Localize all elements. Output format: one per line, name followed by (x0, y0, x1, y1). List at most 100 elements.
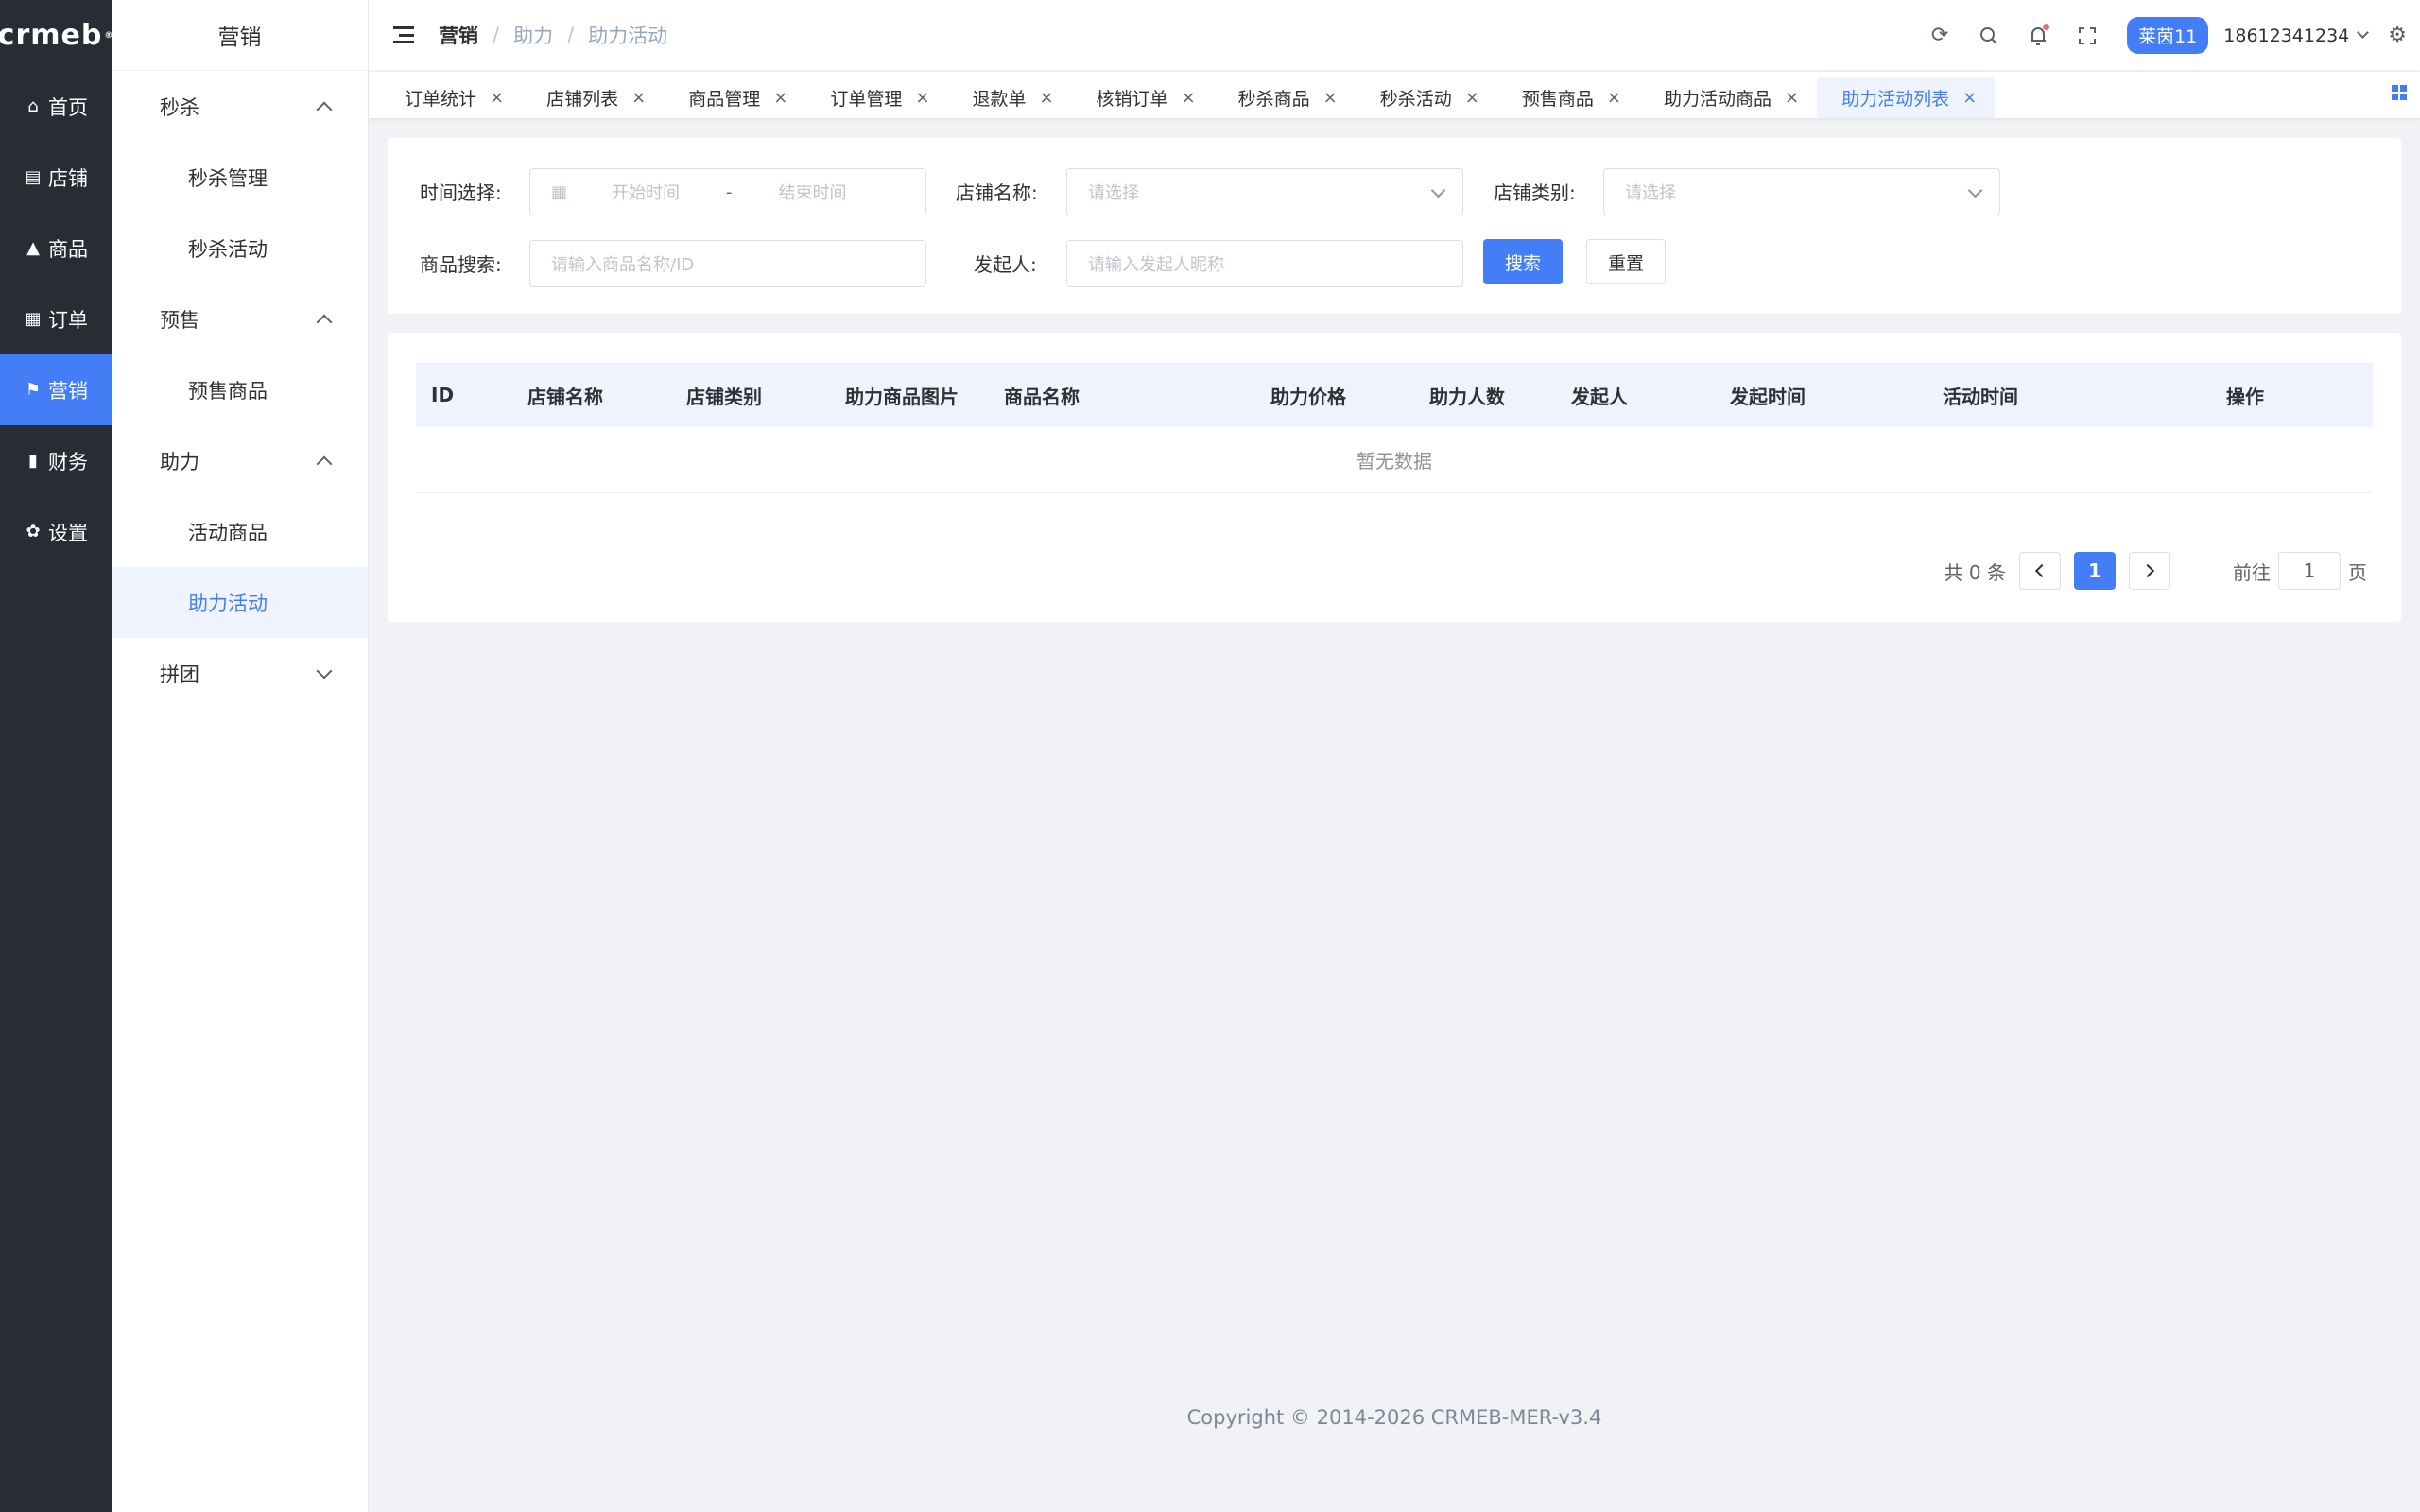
rail-item-store[interactable]: ▤ 店铺 (0, 142, 112, 213)
column-header: 商品名称 (1004, 385, 1080, 408)
refresh-icon[interactable]: ⟳ (1915, 24, 1964, 47)
breadcrumb-item[interactable]: 助力 (513, 21, 553, 49)
tab-store-list[interactable]: 店铺列表 × (522, 77, 664, 118)
sub-item-presale-product[interactable]: 预售商品 (112, 354, 368, 425)
close-icon[interactable]: × (1785, 88, 1799, 108)
tab-order-stats[interactable]: 订单统计 × (380, 77, 522, 118)
rail-item-finance[interactable]: ▮ 财务 (0, 425, 112, 496)
breadcrumb-item: 助力活动 (588, 25, 668, 47)
tab-refund[interactable]: 退款单 × (947, 77, 1071, 118)
sub-group-groupbuy[interactable]: 拼团 (112, 638, 368, 709)
store-type-select[interactable]: 请选择 (1603, 168, 2000, 215)
close-icon[interactable]: × (1465, 88, 1479, 108)
tab-label: 助力活动列表 (1841, 88, 1950, 110)
rail-item-label: 营销 (48, 379, 88, 403)
sub-item-assist-product[interactable]: 活动商品 (112, 496, 368, 567)
close-icon[interactable]: × (631, 88, 646, 108)
sub-item-seckill-manage[interactable]: 秒杀管理 (112, 142, 368, 213)
sub-group-label: 助力 (160, 450, 199, 473)
tab-product-manage[interactable]: 商品管理 × (664, 77, 805, 118)
initiator-label: 发起人: (974, 253, 1037, 276)
sub-item-assist-activity[interactable]: 助力活动 (112, 567, 368, 638)
next-page-button[interactable] (2129, 552, 2170, 590)
chevron-up-icon (316, 314, 333, 330)
column-header: ID (431, 384, 455, 406)
store-type-placeholder: 请选择 (1625, 183, 1676, 203)
sub-group-label: 秒杀 (160, 95, 199, 119)
fullscreen-icon[interactable] (2063, 26, 2112, 45)
tab-label: 订单统计 (405, 88, 477, 110)
tab-presale-product[interactable]: 预售商品 × (1497, 77, 1639, 118)
tab-label: 助力活动商品 (1663, 88, 1772, 110)
tab-seckill-product[interactable]: 秒杀商品 × (1214, 77, 1356, 118)
bell-icon[interactable] (2014, 23, 2063, 46)
tab-label: 秒杀商品 (1237, 88, 1310, 110)
reset-button[interactable]: 重置 (1586, 239, 1666, 284)
sub-group-presale[interactable]: 预售 (112, 284, 368, 354)
goto-label: 前往 (2233, 560, 2271, 584)
filter-panel: 时间选择: ▦ 开始时间 - 结束时间 店铺名称: 请选择 店铺类别: 请选择 … (388, 138, 2401, 314)
close-icon[interactable]: × (1607, 88, 1621, 108)
column-header: 发起人 (1571, 385, 1628, 408)
close-icon[interactable]: × (490, 88, 504, 108)
store-name-label: 店铺名称: (956, 181, 1038, 204)
search-icon[interactable] (1964, 26, 2014, 45)
chevron-down-icon (1967, 182, 1983, 198)
rail-item-marketing[interactable]: ⚑ 营销 (0, 354, 112, 425)
product-search-input[interactable]: 请输入商品名称/ID (529, 240, 926, 287)
tab-assist-activity-list[interactable]: 助力活动列表 × (1817, 77, 1996, 118)
sub-group-seckill[interactable]: 秒杀 (112, 71, 368, 142)
close-icon[interactable]: × (1323, 88, 1338, 108)
start-time-input[interactable]: 开始时间 (584, 180, 707, 204)
calendar-icon: ▦ (551, 181, 568, 202)
tab-label: 秒杀活动 (1379, 88, 1452, 110)
store-name-placeholder: 请选择 (1088, 183, 1139, 203)
collapse-menu-icon[interactable] (393, 26, 414, 43)
close-icon[interactable]: × (1182, 88, 1196, 108)
bar-chart-icon: ▮ (28, 451, 38, 471)
tab-order-manage[interactable]: 订单管理 × (805, 77, 947, 118)
column-header: 操作 (2226, 385, 2264, 408)
chevron-down-icon (2357, 26, 2370, 39)
rail-item-order[interactable]: ▦ 订单 (0, 284, 112, 354)
close-icon[interactable]: × (773, 88, 787, 108)
tabs-menu-icon[interactable] (2392, 85, 2407, 100)
page-suffix: 页 (2348, 560, 2367, 584)
tab-seckill-activity[interactable]: 秒杀活动 × (1356, 77, 1497, 118)
tab-label: 退款单 (972, 88, 1027, 110)
close-icon[interactable]: × (915, 88, 929, 108)
user-phone: 18612341234 (2223, 25, 2350, 46)
store-name-select[interactable]: 请选择 (1066, 168, 1463, 215)
product-search-placeholder: 请输入商品名称/ID (551, 255, 695, 275)
product-search-label: 商品搜索: (420, 253, 502, 276)
user-account-dropdown[interactable]: 18612341234 (2223, 25, 2370, 46)
settings-gear-icon[interactable]: ⚙ (2388, 24, 2407, 47)
end-time-input[interactable]: 结束时间 (752, 180, 874, 204)
rail-item-label: 商品 (48, 237, 88, 261)
table-panel: ID 店铺名称 店铺类别 助力商品图片 商品名称 助力价格 助力人数 发起人 发… (388, 333, 2401, 622)
chevron-down-icon (316, 662, 333, 679)
rail-item-product[interactable]: ▲ 商品 (0, 213, 112, 284)
goto-page-input[interactable]: 1 (2278, 552, 2341, 590)
tab-assist-product[interactable]: 助力活动商品 × (1639, 77, 1817, 118)
initiator-placeholder: 请输入发起人昵称 (1088, 255, 1224, 275)
breadcrumb-item[interactable]: 营销 (439, 21, 478, 49)
chevron-up-icon (316, 455, 333, 472)
tab-verify-order[interactable]: 核销订单 × (1072, 77, 1214, 118)
prev-page-button[interactable] (2019, 552, 2061, 590)
user-name-badge[interactable]: 莱茵11 (2127, 17, 2209, 54)
rail-item-home[interactable]: ⌂ 首页 (0, 71, 112, 142)
initiator-input[interactable]: 请输入发起人昵称 (1066, 240, 1463, 287)
sub-item-seckill-activity[interactable]: 秒杀活动 (112, 213, 368, 284)
date-range-picker[interactable]: ▦ 开始时间 - 结束时间 (529, 168, 926, 215)
page-number-current[interactable]: 1 (2074, 552, 2116, 590)
close-icon[interactable]: × (1039, 88, 1053, 108)
rail-item-label: 首页 (48, 95, 88, 119)
search-button[interactable]: 搜索 (1483, 239, 1563, 284)
notification-dot (2043, 23, 2050, 30)
logo[interactable]: crmeb ® (0, 0, 112, 71)
column-header: 助力价格 (1270, 385, 1346, 408)
rail-item-settings[interactable]: ✿ 设置 (0, 496, 112, 567)
sub-group-assist[interactable]: 助力 (112, 425, 368, 496)
close-icon[interactable]: × (1962, 88, 1977, 108)
